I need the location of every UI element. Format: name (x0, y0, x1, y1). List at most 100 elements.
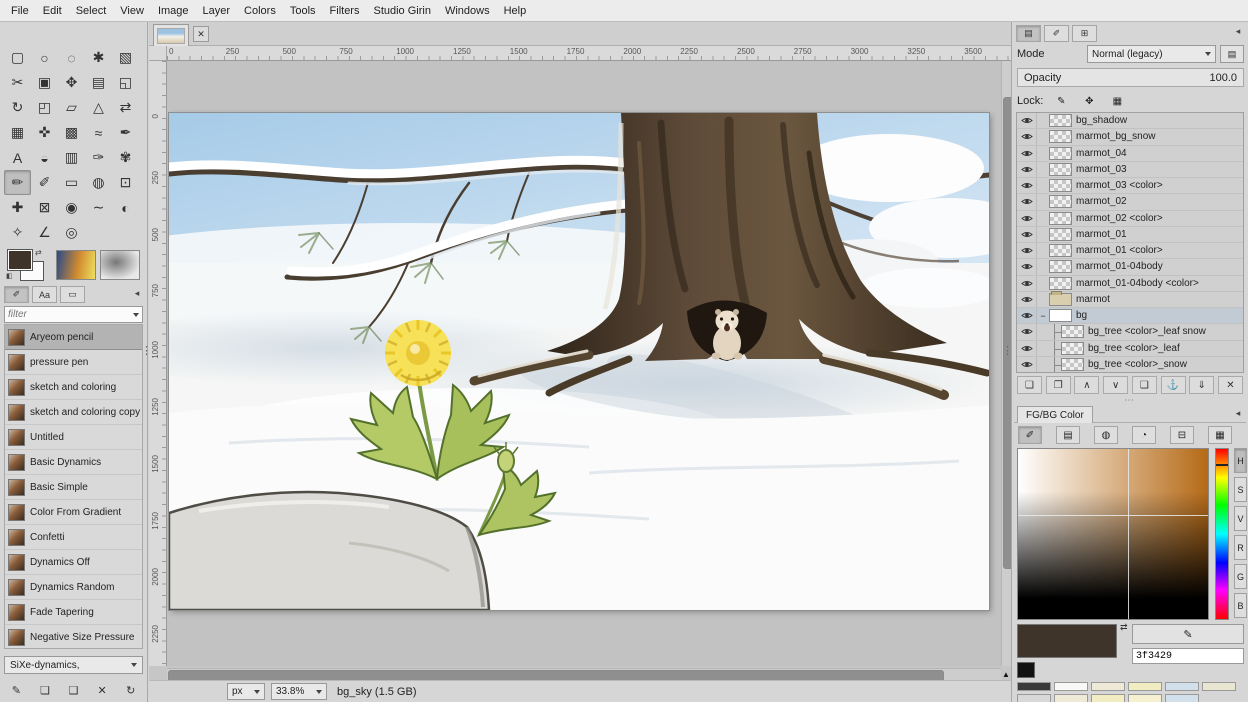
menu-file[interactable]: File (4, 2, 36, 20)
layer-thumbnail[interactable] (1049, 228, 1072, 241)
tool-eraser[interactable]: ▭ (58, 170, 85, 195)
delete-layer-button[interactable]: ✕ (1218, 376, 1243, 394)
palette-swatch[interactable] (1054, 694, 1088, 702)
eye-icon[interactable] (1021, 214, 1033, 223)
tool-ink[interactable]: ✑ (85, 145, 112, 170)
dynamics-filter-input[interactable] (8, 309, 133, 320)
palette-swatch[interactable] (1017, 682, 1051, 691)
tab-fonts[interactable]: Aa (32, 286, 57, 303)
vertical-scrollbar[interactable] (1001, 61, 1011, 666)
layer-row[interactable]: marmot_01 <color> (1017, 243, 1243, 259)
dynamics-item[interactable]: sketch and coloring (5, 375, 142, 400)
tool-text[interactable]: A (4, 145, 31, 170)
layer-row[interactable]: bg_tree <color>_leaf (1017, 341, 1243, 357)
channel-h-button[interactable]: H (1234, 448, 1247, 473)
layer-row[interactable]: marmot_01-04body (1017, 259, 1243, 275)
layer-thumbnail[interactable] (1049, 260, 1072, 273)
horizontal-ruler[interactable]: 0250500750100012501500175020002250250027… (167, 46, 1011, 61)
opacity-slider[interactable]: Opacity 100.0 (1017, 68, 1244, 87)
edit-dynamics-button[interactable]: ✎ (4, 681, 28, 699)
new-group-button[interactable]: ❐ (1046, 376, 1071, 394)
collapse-left-dock-icon[interactable]: ◂ (131, 288, 143, 299)
dynamics-preset-selector[interactable]: SiXe-dynamics, (4, 656, 143, 674)
left-pane-splitter[interactable]: ⋮ (141, 348, 149, 355)
dynamics-item[interactable]: Fade Tapering (5, 600, 142, 625)
image-tab[interactable] (153, 24, 189, 46)
duplicate-layer-button[interactable]: ❑ (1132, 376, 1157, 394)
lower-layer-button[interactable]: ∨ (1103, 376, 1128, 394)
layer-thumbnail[interactable] (1049, 147, 1072, 160)
tool-rectangle-select[interactable]: ▢ (4, 45, 31, 70)
palette-swatch[interactable] (1128, 682, 1162, 691)
tool-color-picker[interactable]: ✧ (4, 220, 31, 245)
layer-row[interactable]: marmot_01-04body <color> (1017, 276, 1243, 292)
tool-flip[interactable]: ⇄ (112, 95, 139, 120)
eye-icon[interactable] (1021, 311, 1033, 320)
visibility-cell[interactable] (1017, 276, 1037, 291)
dynamics-item[interactable]: Basic Simple (5, 475, 142, 500)
tool-clone[interactable]: ⊡ (112, 170, 139, 195)
visibility-cell[interactable] (1017, 308, 1037, 323)
layer-thumbnail[interactable] (1049, 277, 1072, 290)
tab-paths[interactable]: ⊞ (1072, 25, 1097, 42)
dynamics-item[interactable]: Aryeom pencil (5, 325, 142, 350)
active-gradient-thumbnail[interactable] (56, 250, 96, 280)
swap-colors-icon[interactable]: ⇄ (1120, 622, 1128, 633)
hex-color-input[interactable] (1132, 648, 1244, 664)
tool-heal[interactable]: ✚ (4, 195, 31, 220)
tool-cage-transform[interactable]: ▩ (58, 120, 85, 145)
palette-swatch[interactable] (1202, 682, 1236, 691)
dynamics-item[interactable]: Dynamics Random (5, 575, 142, 600)
palette-swatch[interactable] (1165, 682, 1199, 691)
channel-v-button[interactable]: V (1234, 506, 1247, 531)
visibility-cell[interactable] (1017, 324, 1037, 339)
group-expander-icon[interactable]: − (1037, 311, 1049, 321)
palette-swatch[interactable] (1165, 694, 1199, 702)
eye-icon[interactable] (1021, 279, 1033, 288)
eye-icon[interactable] (1021, 181, 1033, 190)
refresh-dynamics-button[interactable]: ↻ (119, 681, 143, 699)
eye-icon[interactable] (1021, 165, 1033, 174)
chevron-down-icon[interactable] (133, 313, 139, 317)
layer-thumbnail[interactable] (1049, 244, 1072, 257)
layer-thumbnail[interactable] (1049, 163, 1072, 176)
tool-scissors-select[interactable]: ✂ (4, 70, 31, 95)
merge-down-button[interactable]: ⇓ (1189, 376, 1214, 394)
visibility-cell[interactable] (1017, 259, 1037, 274)
palette-swatch[interactable] (1091, 694, 1125, 702)
menu-view[interactable]: View (113, 2, 151, 20)
eye-icon[interactable] (1021, 197, 1033, 206)
eye-icon[interactable] (1021, 132, 1033, 141)
layer-thumbnail[interactable] (1049, 309, 1072, 322)
tab-palette[interactable]: ▦ (1208, 426, 1232, 444)
dynamics-item[interactable]: Confetti (5, 525, 142, 550)
layer-thumbnail[interactable] (1049, 114, 1072, 127)
tab-printer[interactable]: ⊟ (1170, 426, 1194, 444)
right-pane-splitter[interactable]: ⋮ (1002, 348, 1010, 355)
visibility-cell[interactable] (1017, 243, 1037, 258)
menu-studio-girin[interactable]: Studio Girin (366, 2, 437, 20)
canvas-viewport[interactable] (167, 61, 1001, 666)
tab-document-history[interactable]: ▭ (60, 286, 85, 303)
tool-fuzzy-select[interactable]: ✱ (85, 45, 112, 70)
new-dynamics-button[interactable]: ❏ (33, 681, 57, 699)
saturation-value-square[interactable] (1017, 448, 1209, 620)
lock-pixels-toggle[interactable]: ✎ (1051, 93, 1071, 109)
eyedropper-button[interactable]: ✎ (1132, 624, 1244, 644)
ruler-origin-button[interactable] (149, 46, 167, 61)
eye-icon[interactable] (1021, 116, 1033, 125)
tool-bucket-fill[interactable]: ◒ (31, 145, 58, 170)
tab-watercolor[interactable]: ◍ (1094, 426, 1118, 444)
tool-pencil[interactable]: ✏ (4, 170, 31, 195)
tool-perspective-clone[interactable]: ⊠ (31, 195, 58, 220)
tool-scale[interactable]: ◰ (31, 95, 58, 120)
layer-row[interactable]: bg_tree <color>_leaf snow (1017, 324, 1243, 340)
tool-paintbrush[interactable]: ✐ (31, 170, 58, 195)
swap-colors-icon[interactable]: ⇄ (35, 248, 42, 257)
layer-thumbnail[interactable] (1061, 325, 1084, 338)
tool-blur-sharpen[interactable]: ◉ (58, 195, 85, 220)
tool-move[interactable]: ✥ (58, 70, 85, 95)
eye-icon[interactable] (1021, 262, 1033, 271)
palette-swatch[interactable] (1054, 682, 1088, 691)
palette-swatch[interactable] (1091, 682, 1125, 691)
